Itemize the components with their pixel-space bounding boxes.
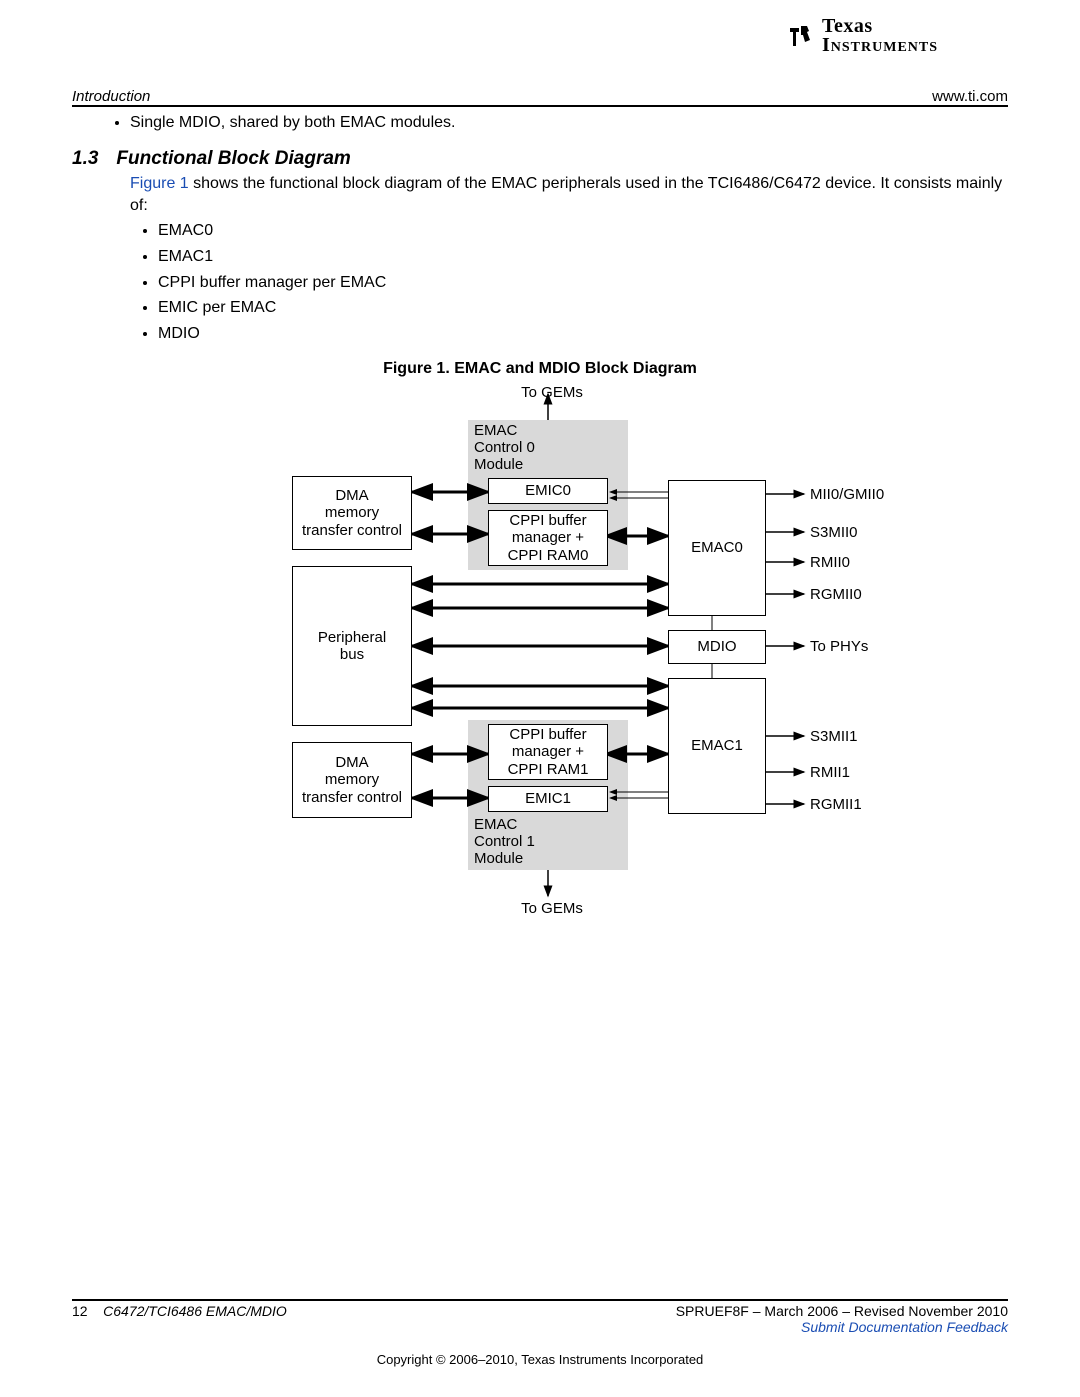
list-item: MDIO — [158, 323, 1008, 345]
emac1-box: EMAC1 — [668, 678, 766, 814]
emac0-box: EMAC0 — [668, 480, 766, 616]
mdio-box: MDIO — [668, 630, 766, 664]
sig-s3mii0: S3MII0 — [810, 524, 858, 541]
cppi0-box: CPPI buffer manager + CPPI RAM0 — [488, 510, 608, 566]
logo-text-2: Instruments — [822, 34, 938, 56]
header-site: www.ti.com — [932, 88, 1008, 105]
to-gems-top: To GEMs — [512, 384, 592, 401]
ti-logo: Texas Instruments — [788, 18, 1008, 56]
doc-revision: SPRUEF8F – March 2006 – Revised November… — [676, 1303, 1008, 1319]
block-diagram: DMA memory transfer control Peripheral b… — [172, 386, 908, 946]
page-footer: 12 C6472/TCI6486 EMAC/MDIO SPRUEF8F – Ma… — [72, 1299, 1008, 1335]
running-header: Introduction www.ti.com — [72, 88, 1008, 107]
dma0-box: DMA memory transfer control — [292, 476, 412, 550]
figure-caption: Figure 1. EMAC and MDIO Block Diagram — [72, 358, 1008, 380]
sig-mii0: MII0/GMII0 — [810, 486, 884, 503]
section-paragraph: Figure 1 shows the functional block diag… — [130, 173, 1008, 216]
sig-tophy: To PHYs — [810, 638, 868, 655]
page-number: 12 — [72, 1303, 88, 1319]
dma1-box: DMA memory transfer control — [292, 742, 412, 818]
list-item: CPPI buffer manager per EMAC — [158, 272, 1008, 294]
list-item: EMIC per EMAC — [158, 297, 1008, 319]
list-item: EMAC0 — [158, 220, 1008, 242]
components-list: EMAC0 EMAC1 CPPI buffer manager per EMAC… — [158, 220, 1008, 344]
ti-logo-icon — [788, 24, 816, 50]
section-heading: 1.3 Functional Block Diagram — [72, 148, 1008, 170]
prev-section-bullets: Single MDIO, shared by both EMAC modules… — [130, 112, 1008, 134]
sig-rgmii1: RGMII1 — [810, 796, 862, 813]
cppi1-box: CPPI buffer manager + CPPI RAM1 — [488, 724, 608, 780]
sig-s3mii1: S3MII1 — [810, 728, 858, 745]
sig-rmii1: RMII1 — [810, 764, 850, 781]
emic0-box: EMIC0 — [488, 478, 608, 504]
peripheral-bus-box: Peripheral bus — [292, 566, 412, 726]
figure-1-link[interactable]: Figure 1 — [130, 175, 189, 192]
section-title: Functional Block Diagram — [116, 148, 350, 169]
section-number: 1.3 — [72, 148, 98, 169]
emic1-box: EMIC1 — [488, 786, 608, 812]
emac-ctrl0-label: EMAC Control 0 Module — [474, 422, 594, 474]
sig-rgmii0: RGMII0 — [810, 586, 862, 603]
submit-feedback-link[interactable]: Submit Documentation Feedback — [801, 1319, 1008, 1335]
header-section: Introduction — [72, 88, 150, 105]
to-gems-bottom: To GEMs — [512, 900, 592, 917]
sig-rmii0: RMII0 — [810, 554, 850, 571]
emac-ctrl1-label: EMAC Control 1 Module — [474, 816, 594, 868]
copyright: Copyright © 2006–2010, Texas Instruments… — [0, 1352, 1080, 1367]
bullet-single-mdio: Single MDIO, shared by both EMAC modules… — [130, 112, 1008, 134]
list-item: EMAC1 — [158, 246, 1008, 268]
paragraph-rest: shows the functional block diagram of th… — [130, 175, 1002, 214]
doc-title: C6472/TCI6486 EMAC/MDIO — [103, 1303, 287, 1319]
